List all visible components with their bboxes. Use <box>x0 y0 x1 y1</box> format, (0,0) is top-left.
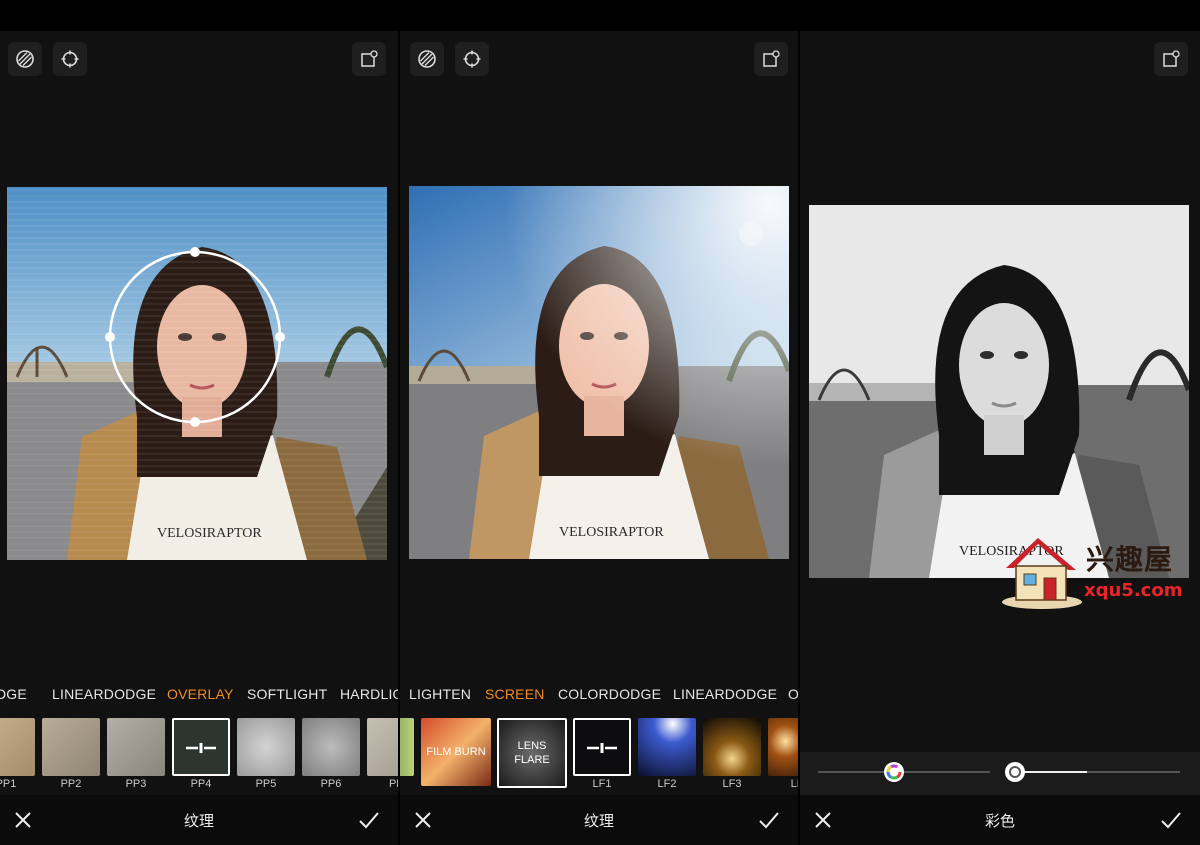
texture-thumb[interactable] <box>367 718 398 776</box>
status-bar <box>400 0 798 31</box>
thumb-label: PP6 <box>320 778 342 790</box>
photo-preview[interactable]: VELOSIRAPTOR <box>409 186 789 559</box>
texture-thumb[interactable] <box>302 718 360 776</box>
texture-thumb[interactable] <box>42 718 100 776</box>
thumb-label: PP4 <box>190 778 212 790</box>
check-icon[interactable] <box>356 807 382 833</box>
thumb-overlay-text: FILM BURN <box>426 746 486 758</box>
photo-preview[interactable]: VELOSIRAPTOR <box>7 187 387 560</box>
texture-icon <box>16 50 34 68</box>
thumb-label: PP3 <box>125 778 147 790</box>
check-icon[interactable] <box>756 807 782 833</box>
thumb-label: PP5 <box>255 778 277 790</box>
blend-mode-item[interactable]: COLORDODGE <box>558 686 661 702</box>
flare-thumb[interactable] <box>768 718 798 776</box>
thumb-label: LF3 <box>722 778 742 790</box>
photo-image: VELOSIRAPTOR <box>409 186 789 559</box>
texture-thumb[interactable] <box>107 718 165 776</box>
bottom-action-bar: 彩色 <box>800 795 1200 845</box>
blend-mode-item[interactable]: LINEARDODGE <box>673 686 777 702</box>
photo-image: VELOSIRAPTOR <box>7 187 387 560</box>
focus-icon <box>61 50 79 68</box>
export-icon <box>1163 50 1180 67</box>
thumb-label: LF <box>790 778 798 790</box>
blend-mode-item[interactable]: O <box>788 686 798 702</box>
panel-title: 纹理 <box>583 813 614 830</box>
blend-mode-item-active[interactable]: OVERLAY <box>167 686 234 702</box>
blend-mode-item[interactable]: HARDLIG <box>340 686 398 702</box>
color-wheel-icon[interactable] <box>883 761 905 783</box>
house-logo-icon <box>1002 538 1082 609</box>
thumb-label: PP2 <box>60 778 82 790</box>
texture-thumb[interactable] <box>237 718 295 776</box>
bottom-action-bar: 纹理 <box>0 795 398 845</box>
texture-thumb-selected[interactable] <box>172 718 230 776</box>
flare-thumb[interactable] <box>638 718 696 776</box>
editor-panel-texture-overlay: VELOSIRAPTOR DGE LINEARDODGE OVERLAY SOF… <box>0 0 398 845</box>
lens-flare-thumb[interactable]: LENS FLARE <box>497 718 567 788</box>
status-bar <box>0 0 398 31</box>
export-button[interactable] <box>352 42 386 76</box>
focus-tool-button[interactable] <box>53 42 87 76</box>
texture-tool-button[interactable] <box>8 42 42 76</box>
editor-panel-texture-screen: VELOSIRAPTOR LIGHTEN SCREEN COLORDODGE L… <box>400 0 798 845</box>
intensity-slider-knob[interactable] <box>1004 761 1026 783</box>
focus-tool-button[interactable] <box>455 42 489 76</box>
export-button[interactable] <box>754 42 788 76</box>
panel-title: 纹理 <box>183 813 214 830</box>
thumb-label: LF2 <box>657 778 677 790</box>
export-icon <box>763 50 780 67</box>
blend-mode-item[interactable]: DGE <box>0 686 27 702</box>
watermark-url-text: xqu5.com <box>1084 580 1183 601</box>
watermark-chinese-text: 兴趣屋 <box>1086 543 1174 576</box>
photo-image: VELOSIRAPTOR <box>809 205 1189 578</box>
check-icon[interactable] <box>1158 807 1184 833</box>
bottom-action-bar: 纹理 <box>400 795 798 845</box>
panel-title: 彩色 <box>984 813 1015 830</box>
blend-mode-item[interactable]: SOFTLIGHT <box>247 686 327 702</box>
thumb-label: LF1 <box>592 778 612 790</box>
texture-icon <box>418 50 436 68</box>
focus-icon <box>463 50 481 68</box>
adjust-slider-icon <box>186 743 216 753</box>
photo-preview[interactable]: VELOSIRAPTOR <box>809 205 1189 578</box>
blend-mode-item[interactable]: LINEARDODGE <box>52 686 156 702</box>
blend-mode-item-active[interactable]: SCREEN <box>485 686 545 702</box>
site-watermark: 兴趣屋 xqu5.com <box>998 530 1188 610</box>
blend-mode-item[interactable]: LIGHTEN <box>409 686 471 702</box>
texture-thumb[interactable] <box>0 718 35 776</box>
blend-mode-strip: LIGHTEN SCREEN COLORDODGE LINEARDODGE O <box>400 680 798 708</box>
status-bar <box>800 0 1200 31</box>
film-burn-thumb[interactable]: FILM BURN <box>421 718 491 786</box>
thumb-label: PF <box>388 778 398 790</box>
flare-thumb-selected[interactable] <box>573 718 631 776</box>
export-button[interactable] <box>1154 42 1188 76</box>
export-icon <box>361 50 378 67</box>
texture-thumbnail-list: PP1 PP2 PP3 PP4 PP5 PP6 PF <box>0 716 398 796</box>
texture-thumbnail-list: FILM BURN LENS FLARE LF1 LF2 LF3 LF <box>400 716 798 796</box>
color-slider-bar <box>800 752 1200 795</box>
adjust-slider-icon <box>587 743 617 753</box>
thumb-overlay-text: LENS FLARE <box>514 740 550 766</box>
flare-thumb[interactable] <box>703 718 761 776</box>
thumb-label: PP1 <box>0 778 17 790</box>
texture-tool-button[interactable] <box>410 42 444 76</box>
editor-panel-color: VELOSIRAPTOR 彩色 <box>800 0 1200 845</box>
texture-thumb[interactable] <box>400 718 414 776</box>
blend-mode-strip: DGE LINEARDODGE OVERLAY SOFTLIGHT HARDLI… <box>0 680 398 708</box>
